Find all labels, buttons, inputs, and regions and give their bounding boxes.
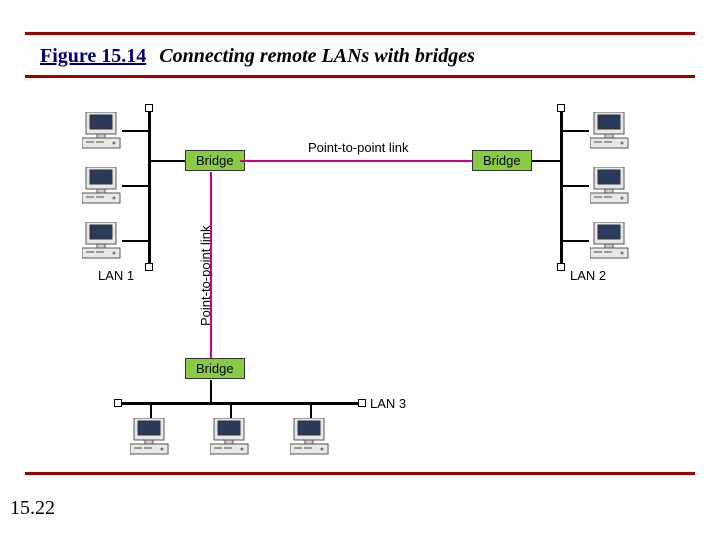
computer-icon (82, 222, 122, 260)
bus-terminator (557, 263, 565, 271)
figure-title: Figure 15.14 Connecting remote LANs with… (40, 45, 475, 68)
computer-icon (82, 167, 122, 205)
bottom-rule (25, 472, 695, 475)
drop-line (151, 160, 187, 162)
computer-icon (82, 112, 122, 150)
computer-icon (130, 418, 170, 456)
bridge-box: Bridge (472, 150, 532, 171)
figure-number: Figure 15.14 (40, 45, 146, 67)
drop-line (122, 240, 148, 242)
computer-icon (590, 222, 630, 260)
lan2-label: LAN 2 (570, 268, 606, 283)
ptp-label-horizontal: Point-to-point link (308, 140, 408, 155)
computer-icon (590, 167, 630, 205)
diagram: LAN 1 LAN 2 LAN 3 Bridge Bridge Bridge P… (80, 100, 640, 440)
drop-line (230, 405, 232, 419)
ptp-label-vertical: Point-to-point link (198, 226, 213, 326)
drop-line (122, 130, 148, 132)
drop-line (150, 405, 152, 419)
bus-terminator (145, 104, 153, 112)
lan1-bus (148, 110, 151, 265)
computer-icon (210, 418, 250, 456)
ptp-link-horizontal (240, 160, 472, 162)
drop-line (563, 240, 589, 242)
page-number: 15.22 (10, 497, 55, 520)
bus-terminator (358, 399, 366, 407)
drop-line (310, 405, 312, 419)
lan1-label: LAN 1 (98, 268, 134, 283)
bus-terminator (557, 104, 565, 112)
drop-line (210, 380, 212, 402)
drop-line (563, 130, 589, 132)
lan3-bus (120, 402, 360, 405)
bridge-box: Bridge (185, 358, 245, 379)
bus-terminator (114, 399, 122, 407)
bridge-box: Bridge (185, 150, 245, 171)
mid-rule (25, 75, 695, 78)
drop-line (563, 185, 589, 187)
top-rule (25, 32, 695, 35)
bus-terminator (145, 263, 153, 271)
computer-icon (590, 112, 630, 150)
computer-icon (290, 418, 330, 456)
figure-caption: Connecting remote LANs with bridges (159, 45, 475, 67)
drop-line (122, 185, 148, 187)
lan3-label: LAN 3 (370, 396, 406, 411)
